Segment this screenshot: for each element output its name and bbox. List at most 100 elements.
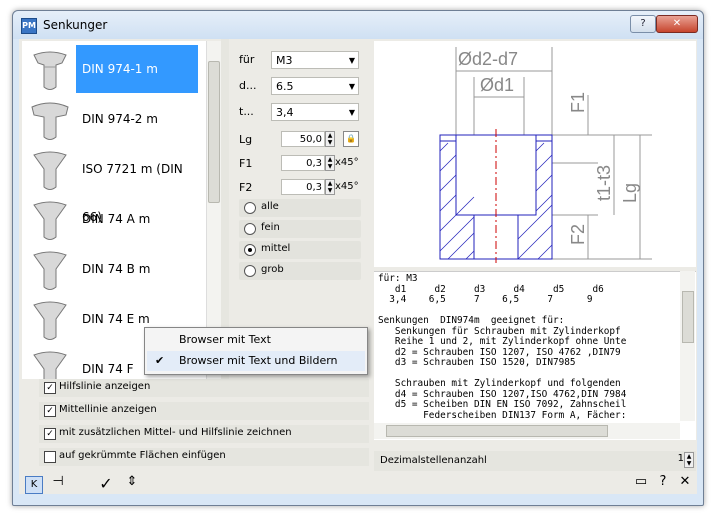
pin-icon[interactable]: ⊣ [49, 474, 67, 489]
client-area: DIN 974-1 m DIN 974-2 m ISO 7721 m (DIN … [19, 39, 697, 494]
t-combo[interactable]: 3,4 ▼ [271, 103, 359, 121]
list-item[interactable]: ISO 7721 m (DIN 66) [22, 145, 207, 224]
param-label-d: d... [239, 79, 257, 92]
list-item-label: DIN 74 B m [82, 262, 151, 276]
radio-fein[interactable]: fein [239, 220, 361, 238]
title-bar: PM Senkunger ? ✕ [13, 11, 703, 39]
vscroll-thumb[interactable] [682, 291, 694, 343]
radio-button[interactable] [244, 223, 256, 235]
check-mittellinie[interactable]: ✓ Mittellinie anzeigen [39, 402, 369, 420]
t-value: 3,4 [276, 106, 294, 119]
list-scroll-thumb[interactable] [208, 61, 220, 203]
list-item-label: DIN 974-2 m [82, 112, 158, 126]
list-item-label: DIN 74 A m [82, 212, 151, 226]
menu-item-browser-text-images[interactable]: ✔ Browser mit Text und Bildern [147, 351, 365, 371]
lg-spinner[interactable]: ▲ ▼ [325, 131, 335, 147]
check-gekruemmt[interactable]: auf gekrümmte Flächen einfügen [39, 448, 369, 466]
list-item-label: DIN 74 F [82, 362, 134, 376]
checkbox[interactable]: ✓ [44, 405, 56, 417]
f1-unit: x45° [335, 157, 359, 168]
list-item-label: ISO 7721 m (DIN 66) [82, 162, 183, 224]
hscroll-thumb[interactable] [386, 425, 608, 437]
radio-label: alle [261, 201, 279, 212]
info-text: für: M3 d1 d2 d3 d4 d5 d6 3,4 6,5 7 6,5 … [378, 273, 627, 421]
list-item-label: DIN 974-1 m [76, 45, 198, 93]
ok-icon[interactable]: ✓ [97, 474, 115, 493]
countersink-thumbnail [33, 301, 67, 340]
f1-input[interactable]: 0,3 [281, 155, 325, 171]
fuer-combo[interactable]: M3 ▼ [271, 51, 359, 69]
chevron-down-icon[interactable]: ▼ [349, 104, 355, 122]
menu-item-label: Browser mit Text und Bildern [179, 354, 338, 367]
countersink-drawing: Ød2-d7 Ød1 F1 t1-t3 Lg F2 [439, 47, 652, 263]
dim-f2: F2 [568, 224, 588, 245]
radio-label: mittel [261, 243, 291, 254]
f2-input[interactable]: 0,3 [281, 179, 325, 195]
text-hscrollbar[interactable] [374, 423, 680, 439]
radio-button[interactable] [244, 202, 256, 214]
dim-d2-d7: Ød2-d7 [458, 49, 518, 69]
list-item[interactable]: DIN 74 B m [22, 245, 207, 293]
radio-button[interactable] [244, 265, 256, 277]
fuer-value: M3 [276, 54, 293, 67]
lock-icon[interactable]: 🔒 [343, 131, 359, 147]
countersink-thumbnail [33, 351, 67, 379]
countersink-thumbnail [31, 102, 69, 140]
help-icon[interactable]: ? [655, 474, 671, 489]
close-button[interactable]: ✕ [656, 15, 698, 33]
info-text-panel: für: M3 d1 d2 d3 d4 d5 d6 3,4 6,5 7 6,5 … [374, 271, 696, 440]
window-title: Senkunger [43, 18, 108, 32]
dim-lg: Lg [620, 183, 640, 203]
param-label-f1: F1 [239, 157, 253, 170]
checkbox[interactable]: ✓ [44, 428, 56, 440]
close-icon[interactable]: ✕ [677, 474, 693, 489]
param-label-t: t... [239, 105, 254, 118]
radio-grob[interactable]: grob [239, 262, 361, 280]
countersink-thumbnail [33, 201, 67, 240]
decimal-input[interactable]: 1 [670, 453, 684, 467]
radio-alle[interactable]: alle [239, 199, 361, 217]
f1-spinner[interactable]: ▲ ▼ [325, 155, 335, 171]
d-value: 6.5 [276, 80, 294, 93]
countersink-thumbnail [33, 151, 67, 190]
lg-input[interactable]: 50,0 [281, 131, 325, 147]
radio-mittel[interactable]: mittel [239, 241, 361, 259]
menu-item-browser-text[interactable]: Browser mit Text [147, 330, 365, 350]
checkbox-label: auf gekrümmte Flächen einfügen [59, 450, 226, 461]
help-button[interactable]: ? [630, 15, 656, 33]
checkbox-label: mit zusätzlichen Mittel- und Hilfslinie … [59, 427, 292, 438]
decimal-spinner[interactable]: ▲ ▼ [684, 452, 694, 468]
param-label-f2: F2 [239, 181, 253, 194]
list-item[interactable]: DIN 74 A m [22, 195, 207, 243]
param-label-fuer: für [239, 53, 255, 66]
f2-unit: x45° [335, 181, 359, 192]
checkbox-label: Hilfslinie anzeigen [59, 381, 151, 392]
radio-label: fein [261, 222, 280, 233]
minimize-icon[interactable]: ▭ [633, 474, 649, 489]
menu-item-label: Browser mit Text [179, 333, 271, 346]
check-zusaetzlich[interactable]: ✓ mit zusätzlichen Mittel- und Hilfslinie… [39, 425, 369, 443]
dim-t1-t3: t1-t3 [594, 165, 614, 201]
dim-f1: F1 [568, 92, 588, 113]
checkbox-label: Mittellinie anzeigen [59, 404, 157, 415]
text-vscrollbar[interactable] [680, 271, 695, 421]
chevron-down-icon[interactable]: ▼ [349, 78, 355, 96]
check-hilfslinie[interactable]: ✓ Hilfslinie anzeigen [39, 379, 369, 397]
countersink-thumbnail [33, 51, 67, 90]
d-combo[interactable]: 6.5 ▼ [271, 77, 359, 95]
chevron-down-icon[interactable]: ▼ [349, 52, 355, 70]
radio-button-selected[interactable] [244, 244, 256, 256]
check-icon: ✔ [155, 354, 165, 367]
list-item[interactable]: DIN 974-2 m [22, 95, 207, 143]
insert-icon[interactable]: ⇕ [123, 474, 141, 489]
back-icon[interactable]: K [25, 476, 43, 494]
context-menu: Browser mit Text ✔ Browser mit Text und … [144, 327, 368, 375]
decimal-row: Dezimalstellenanzahl 1 ▲ ▼ [374, 451, 696, 471]
f2-spinner[interactable]: ▲ ▼ [325, 179, 335, 195]
list-item[interactable]: DIN 974-1 m [22, 45, 207, 93]
checkbox[interactable] [44, 451, 56, 463]
checkbox[interactable]: ✓ [44, 382, 56, 394]
countersink-thumbnail [33, 251, 67, 290]
app-icon: PM [21, 18, 37, 34]
bottom-toolbar: K ⊣ ✓ ⇕ ▭ ? ✕ [19, 474, 697, 494]
